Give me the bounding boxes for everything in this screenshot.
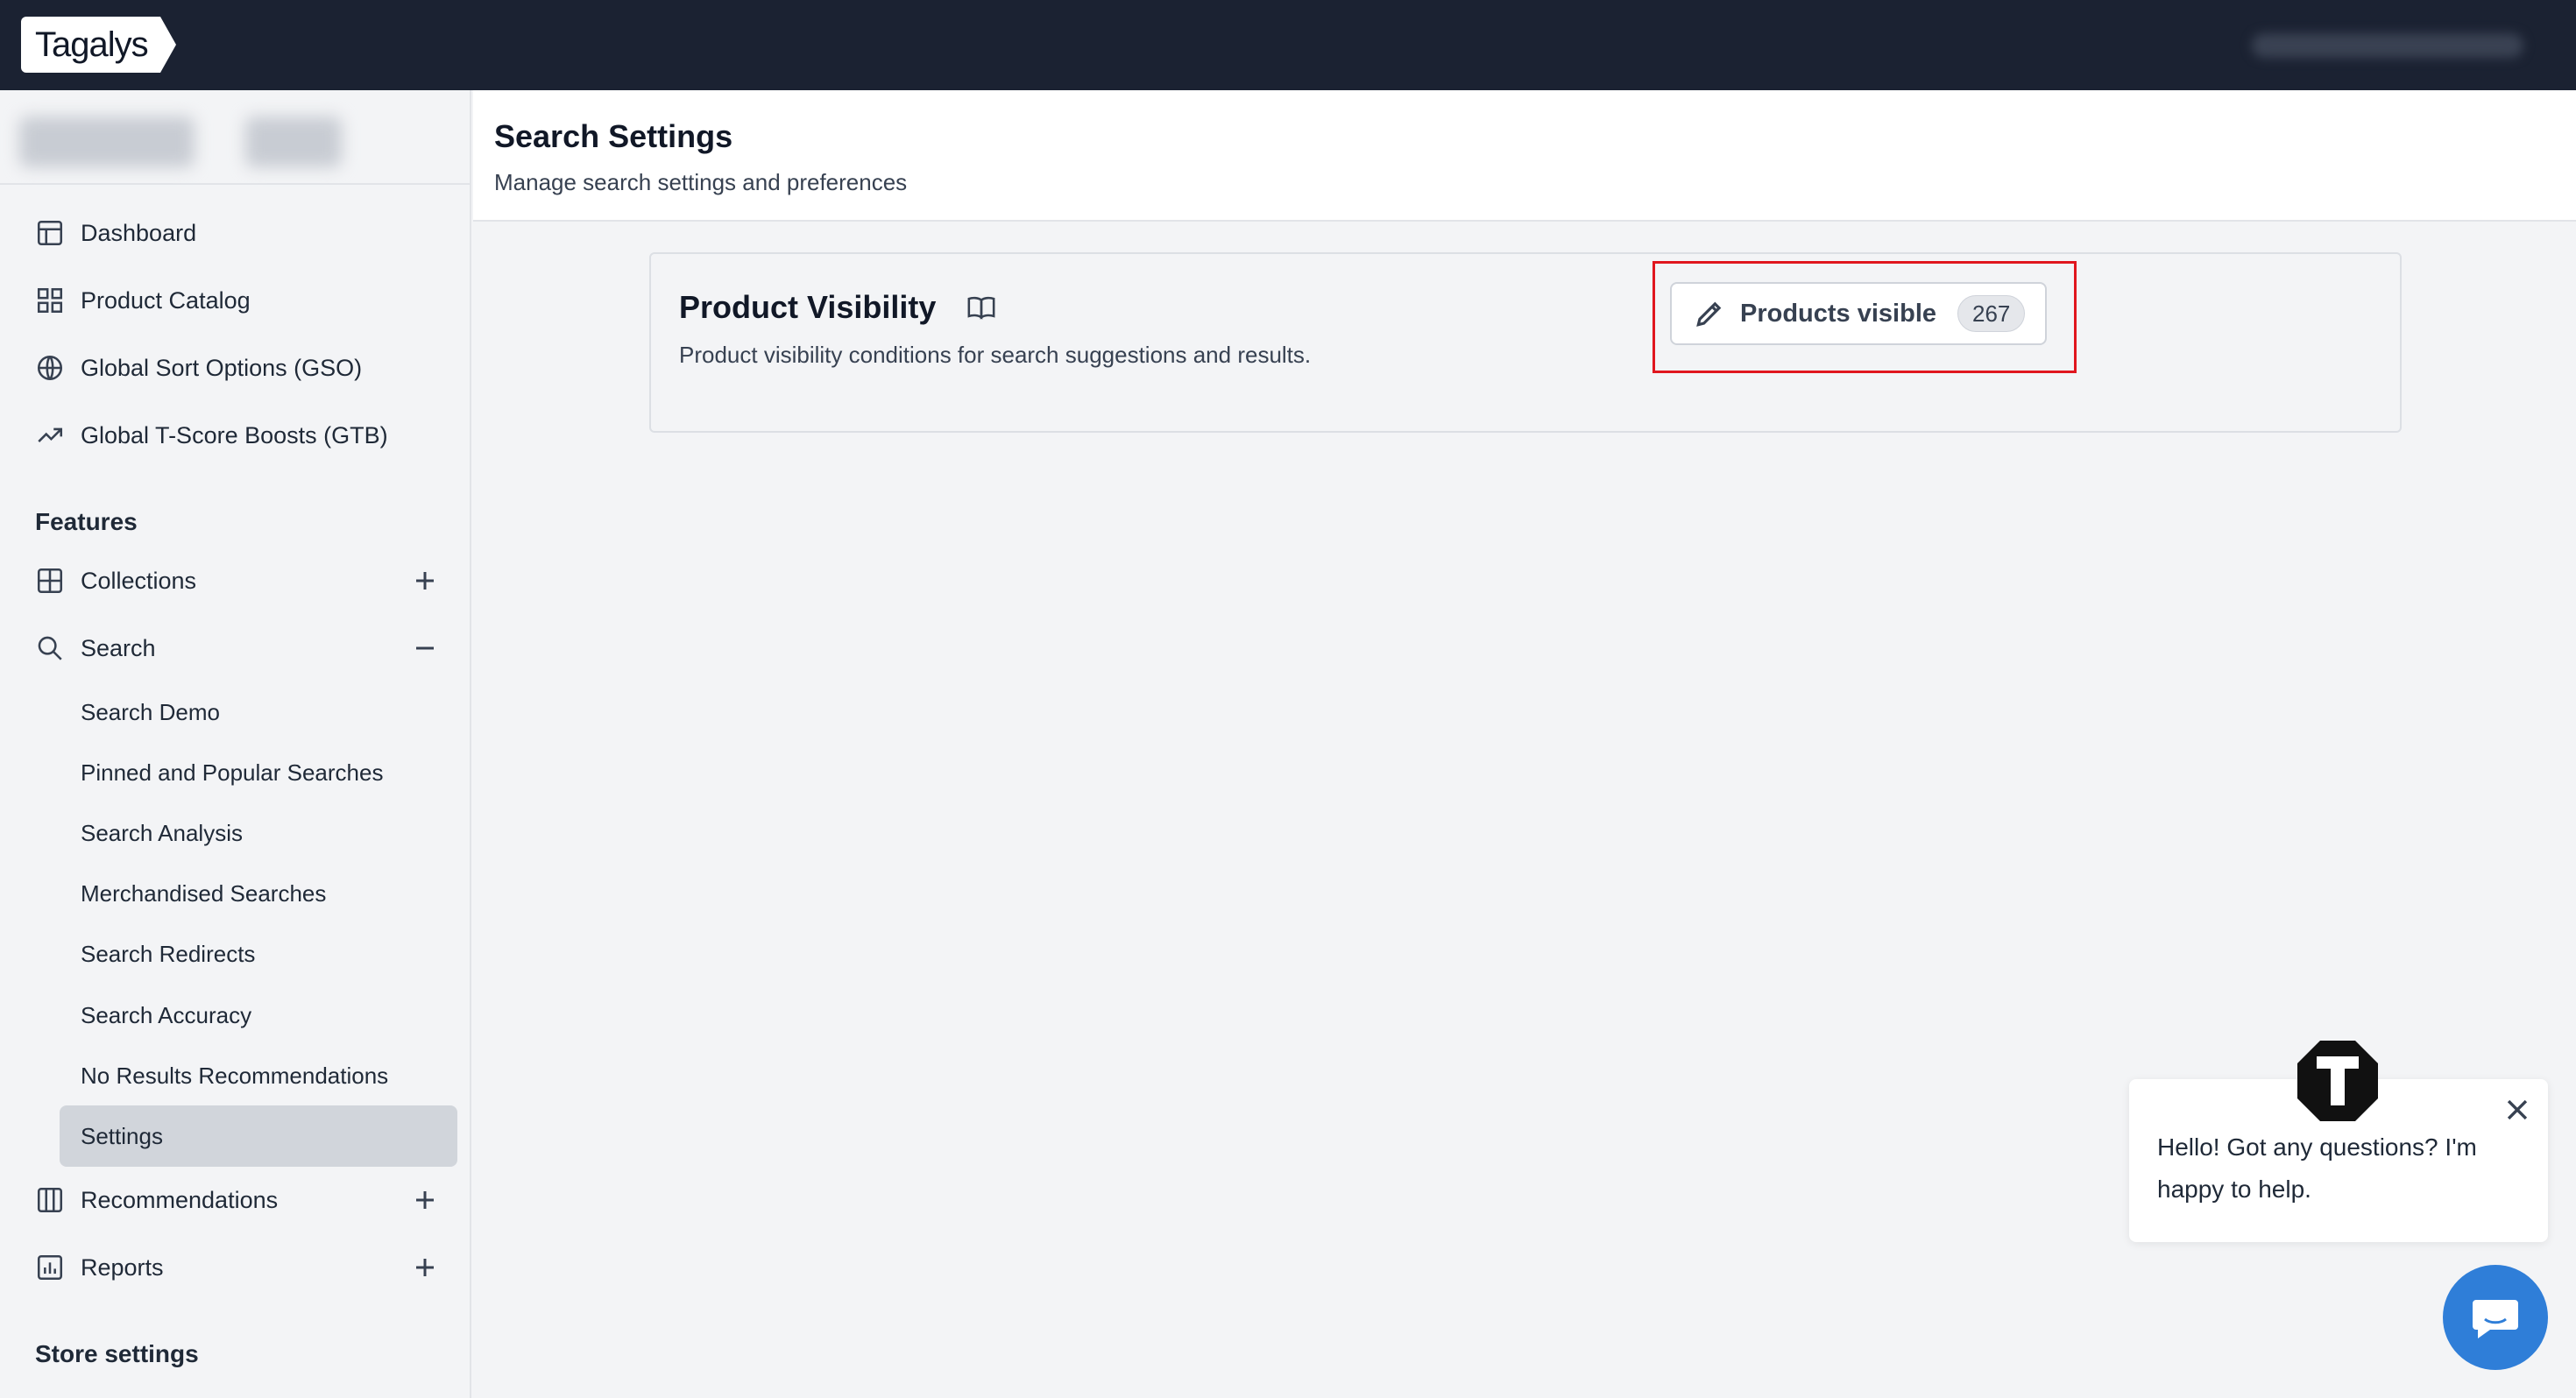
sidebar-item-gso[interactable]: Global Sort Options (GSO) xyxy=(35,349,362,387)
sidebar-subitem-no-results[interactable]: No Results Recommendations xyxy=(81,1058,388,1093)
docs-link[interactable] xyxy=(966,293,996,322)
chat-message: Hello! Got any questions? I'm happy to h… xyxy=(2157,1133,2477,1203)
sidebar-item-reports[interactable]: Reports xyxy=(35,1248,164,1287)
grid-icon xyxy=(37,287,63,314)
sidebar-item-label: Global T-Score Boosts (GTB) xyxy=(81,421,388,448)
products-visible-button[interactable]: Products visible 267 xyxy=(1670,282,2047,345)
expand-collections-button[interactable] xyxy=(412,568,438,594)
sidebar-item-collections[interactable]: Collections xyxy=(35,561,196,600)
dashboard-icon xyxy=(37,220,63,246)
collapse-search-button[interactable] xyxy=(412,635,438,661)
account-menu[interactable] xyxy=(2252,33,2523,58)
sidebar-item-recommendations[interactable]: Recommendations xyxy=(35,1181,278,1219)
sidebar-item-gtb[interactable]: Global T-Score Boosts (GTB) xyxy=(35,416,388,455)
minus-icon xyxy=(416,646,434,650)
product-visibility-card: Product Visibility Product visibility co… xyxy=(649,252,2402,433)
sidebar-item-label: Search xyxy=(81,634,156,661)
chat-launcher-button[interactable] xyxy=(2443,1265,2548,1370)
sidebar-item-search[interactable]: Search xyxy=(35,629,156,667)
close-icon xyxy=(2507,1099,2528,1120)
expand-recommendations-button[interactable] xyxy=(412,1187,438,1213)
sidebar-item-label: Recommendations xyxy=(81,1186,279,1213)
sidebar-subitem-search-demo[interactable]: Search Demo xyxy=(81,695,220,730)
store-env-blurred xyxy=(245,116,342,167)
globe-icon xyxy=(37,355,63,381)
trending-up-icon xyxy=(38,427,63,442)
collections-icon xyxy=(37,568,63,594)
store-settings-heading: Store settings xyxy=(35,1340,199,1367)
sidebar-subitem-search-accuracy[interactable]: Search Accuracy xyxy=(81,998,251,1033)
sidebar-subitem-settings[interactable]: Settings xyxy=(81,1119,163,1154)
top-bar: Tagalys xyxy=(0,0,2576,90)
card-description: Product visibility conditions for search… xyxy=(679,342,1312,368)
logo-tip xyxy=(159,17,176,73)
app-logo[interactable]: Tagalys xyxy=(21,17,176,73)
pencil-icon xyxy=(1696,301,1722,327)
page-subtitle: Manage search settings and preferences xyxy=(494,169,908,195)
sidebar-item-label: Product Catalog xyxy=(81,286,251,314)
sidebar-item-label: Collections xyxy=(81,567,197,594)
chart-icon xyxy=(37,1254,63,1281)
tagalys-avatar-icon xyxy=(2297,1041,2378,1121)
expand-reports-button[interactable] xyxy=(412,1254,438,1281)
plus-icon xyxy=(416,1191,434,1209)
sidebar-item-label: Reports xyxy=(81,1253,164,1281)
card-title: Product Visibility xyxy=(679,289,937,325)
plus-icon xyxy=(416,1259,434,1276)
page-header: Search Settings Manage search settings a… xyxy=(473,90,2576,222)
plus-icon xyxy=(416,572,434,590)
sidebar-subitem-search-analysis[interactable]: Search Analysis xyxy=(81,816,243,851)
sidebar-item-dashboard[interactable]: Dashboard xyxy=(35,214,196,252)
button-label: Products visible xyxy=(1740,299,1937,328)
store-name-blurred xyxy=(19,116,195,167)
sidebar-item-product-catalog[interactable]: Product Catalog xyxy=(35,281,251,320)
chat-close-button[interactable] xyxy=(2502,1095,2532,1125)
logo-text: Tagalys xyxy=(21,17,160,73)
sidebar-subitem-search-redirects[interactable]: Search Redirects xyxy=(81,936,255,971)
search-icon xyxy=(38,636,62,660)
columns-icon xyxy=(37,1187,63,1213)
count-badge: 267 xyxy=(1957,295,2026,332)
chat-icon xyxy=(2473,1300,2518,1338)
sidebar-subitem-pinned-popular[interactable]: Pinned and Popular Searches xyxy=(81,755,383,790)
chat-avatar xyxy=(2296,1039,2380,1123)
book-icon xyxy=(967,296,995,320)
features-heading: Features xyxy=(35,508,138,535)
page-title: Search Settings xyxy=(494,118,733,154)
sidebar-item-label: Dashboard xyxy=(81,219,197,246)
sidebar-subitem-merchandised-searches[interactable]: Merchandised Searches xyxy=(81,876,326,911)
store-selector[interactable] xyxy=(0,90,471,185)
sidebar-item-label: Global Sort Options (GSO) xyxy=(81,354,363,381)
